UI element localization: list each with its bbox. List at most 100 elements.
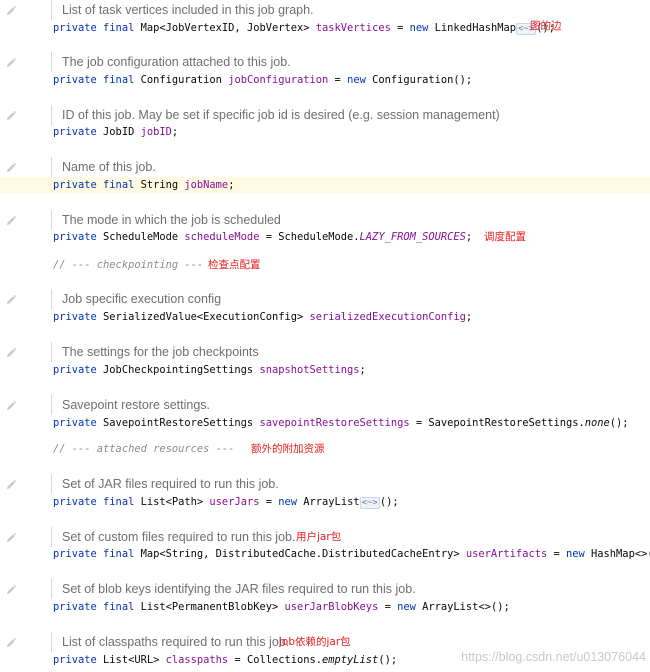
code-line[interactable]: private JobID jobID; (53, 124, 178, 140)
pencil-icon[interactable] (5, 215, 17, 227)
code-token: List<URL> (103, 654, 166, 666)
doc-comment: List of task vertices included in this j… (62, 3, 314, 17)
doc-comment: Savepoint restore settings. (62, 398, 210, 412)
annotation-note: 用户jar包 (296, 531, 342, 543)
doc-comment: The settings for the job checkpoints (62, 345, 259, 359)
pencil-icon[interactable] (5, 637, 17, 649)
code-token: Map<JobVertexID, JobVertex> (140, 22, 316, 34)
doc-comment: Set of blob keys identifying the JAR fil… (62, 582, 416, 596)
keyword: private final (53, 22, 141, 34)
annotation-note: 检查点配置 (208, 259, 261, 271)
line-comment: // --- attached resources --- (53, 443, 235, 455)
code-token: String (140, 179, 185, 191)
code-token: SerializedValue<ExecutionConfig> (103, 311, 310, 323)
line-comment: // --- checkpointing --- (53, 259, 204, 271)
pencil-icon[interactable] (5, 294, 17, 306)
code-line[interactable]: private List<URL> classpaths = Collectio… (53, 652, 397, 668)
code-token: ArrayList<>(); (422, 601, 510, 613)
pencil-icon[interactable] (5, 479, 17, 491)
keyword: private final (53, 548, 141, 560)
static-constant: LAZY_FROM_SOURCES (359, 231, 466, 243)
doc-comment-bar (51, 579, 52, 599)
code-token: = (259, 496, 279, 508)
code-token: List<PermanentBlobKey> (140, 601, 285, 613)
code-token: = ScheduleMode. (259, 231, 360, 243)
static-method: emptyList (322, 654, 379, 666)
field-name: scheduleMode (184, 231, 260, 243)
code-token: LinkedHashMap (434, 22, 516, 34)
doc-comment: Set of custom files required to run this… (62, 530, 296, 544)
doc-comment-bar (51, 210, 52, 230)
code-token: (); (379, 496, 399, 508)
pencil-icon[interactable] (5, 400, 17, 412)
doc-comment-bar (51, 342, 52, 362)
doc-comment-bar (51, 395, 52, 415)
keyword: private final (53, 179, 141, 191)
code-line[interactable]: private JobCheckpointingSettings snapsho… (53, 362, 366, 378)
code-line[interactable]: private final Map<JobVertexID, JobVertex… (53, 20, 555, 36)
doc-comment-bar (51, 52, 52, 72)
code-token: Configuration(); (372, 74, 473, 86)
keyword: new (397, 601, 423, 613)
doc-comment: The job configuration attached to this j… (62, 55, 291, 69)
pencil-icon[interactable] (5, 532, 17, 544)
code-token: ; (171, 126, 179, 138)
field-name: userArtifacts (465, 548, 548, 560)
pencil-icon[interactable] (5, 110, 17, 122)
code-line[interactable]: private final List<PermanentBlobKey> use… (53, 599, 510, 615)
code-line[interactable]: private SerializedValue<ExecutionConfig>… (53, 309, 472, 325)
code-line[interactable]: private ScheduleMode scheduleMode = Sche… (53, 229, 472, 245)
code-token: JobID (103, 126, 141, 138)
code-token: = SavepointRestoreSettings. (409, 417, 585, 429)
keyword: new (409, 22, 435, 34)
code-token: = (328, 74, 348, 86)
doc-comment-bar (51, 289, 52, 309)
code-token: (); (609, 417, 629, 429)
code-token: Configuration (140, 74, 229, 86)
code-token: ; (465, 311, 473, 323)
field-name: snapshotSettings (259, 364, 360, 376)
keyword: private final (53, 601, 141, 613)
code-token: SavepointRestoreSettings (103, 417, 260, 429)
code-token: ScheduleMode (103, 231, 185, 243)
doc-comment: Set of JAR files required to run this jo… (62, 477, 279, 491)
code-line[interactable]: private final List<Path> userJars = new … (53, 494, 399, 510)
code-token: ; (359, 364, 366, 376)
keyword: new (347, 74, 373, 86)
keyword: private final (53, 496, 141, 508)
doc-comment: ID of this job. May be set if specific j… (62, 108, 500, 122)
keyword: private final (53, 74, 141, 86)
code-token: Map<String, DistributedCache.Distributed… (140, 548, 466, 560)
annotation-note: 图的边 (530, 20, 562, 32)
code-token: HashMap<>(); (591, 548, 650, 560)
doc-comment-bar (51, 0, 52, 20)
doc-comment: The mode in which the job is scheduled (62, 213, 281, 227)
doc-comment-bar (51, 527, 52, 547)
field-name: jobConfiguration (228, 74, 329, 86)
code-line[interactable]: private final Map<String, DistributedCac… (53, 546, 650, 562)
code-editor[interactable]: List of task vertices included in this j… (0, 0, 650, 672)
keyword: new (278, 496, 304, 508)
code-token: List<Path> (140, 496, 210, 508)
code-token: JobCheckpointingSettings (103, 364, 260, 376)
doc-comment-bar (51, 632, 52, 652)
code-line[interactable]: private SavepointRestoreSettings savepoi… (53, 415, 629, 431)
doc-comment-bar (51, 105, 52, 125)
code-line[interactable]: private final Configuration jobConfigura… (53, 72, 472, 88)
pencil-icon[interactable] (5, 347, 17, 359)
section-comment: // --- attached resources --- (53, 441, 234, 457)
annotation-note: 额外的附加资源 (251, 443, 325, 455)
code-token: = (378, 601, 398, 613)
annotation-note: 调度配置 (484, 231, 526, 243)
pencil-icon[interactable] (5, 5, 17, 17)
keyword: private (53, 364, 104, 376)
pencil-icon[interactable] (5, 162, 17, 174)
code-token: = (547, 548, 566, 560)
pencil-icon[interactable] (5, 584, 17, 596)
pencil-icon[interactable] (5, 57, 17, 69)
code-token: ; (465, 231, 473, 243)
fold-marker[interactable]: <~> (359, 497, 380, 509)
code-line[interactable]: private final String jobName; (53, 177, 234, 193)
field-name: jobID (140, 126, 172, 138)
keyword: new (566, 548, 592, 560)
